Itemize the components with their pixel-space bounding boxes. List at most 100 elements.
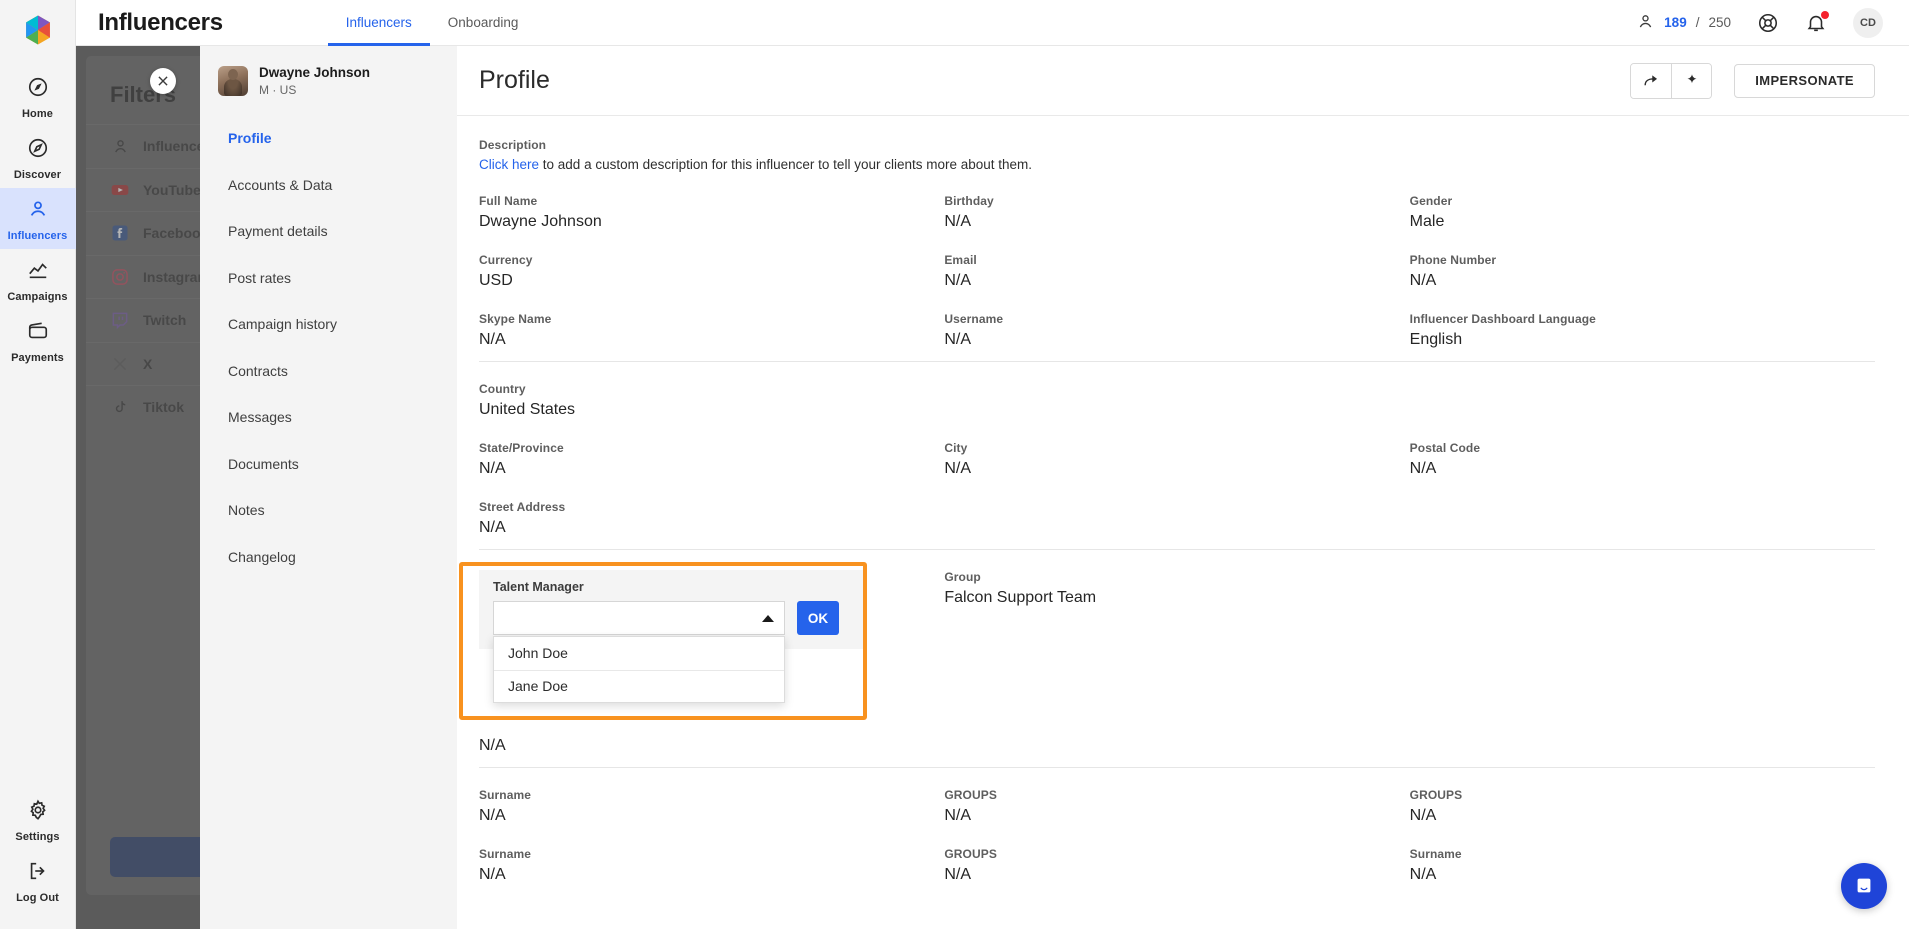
- field-label: Surname: [1409, 847, 1462, 861]
- discover-compass-icon: [27, 137, 49, 164]
- ok-button[interactable]: OK: [797, 601, 839, 635]
- sidebar-item-influencers[interactable]: Influencers: [0, 188, 76, 249]
- field-dashboard-language: Influencer Dashboard Language English: [1410, 312, 1875, 349]
- person-icon: [1636, 12, 1655, 34]
- field-groups-2: GROUPS N/A: [944, 847, 1409, 884]
- close-icon[interactable]: [150, 68, 176, 94]
- lifebuoy-icon[interactable]: [1757, 12, 1779, 34]
- talent-manager-controls: OK: [493, 601, 849, 635]
- sidenav-item-contracts[interactable]: Contracts: [200, 353, 457, 389]
- avatar[interactable]: CD: [1853, 7, 1883, 38]
- influencer-identity: Dwayne Johnson M · US: [259, 64, 370, 98]
- dropdown-option-john-doe[interactable]: John Doe: [494, 637, 784, 670]
- description-click-here-link[interactable]: Click here: [479, 157, 539, 172]
- sidebar-item-settings[interactable]: Settings: [0, 789, 76, 850]
- field-value: N/A: [479, 519, 506, 536]
- campaigns-chart-icon: [27, 259, 49, 286]
- sidebar-item-label: Payments: [11, 352, 64, 364]
- filter-label: X: [143, 355, 153, 372]
- filter-label: Twitch: [143, 312, 187, 329]
- field-label: Gender: [1409, 194, 1453, 208]
- sidenav-item-messages[interactable]: Messages: [200, 399, 457, 435]
- tiktok-icon: [110, 397, 130, 417]
- top-bar-actions: 189 / 250 CD: [1636, 7, 1883, 38]
- influencer-meta: M · US: [259, 83, 297, 98]
- influencer-header: Dwayne Johnson M · US: [200, 62, 457, 98]
- talent-manager-select[interactable]: [493, 601, 785, 635]
- profile-fields-row-7: Surname N/A GROUPS N/A GROUPS N/A: [479, 788, 1875, 825]
- field-label: Username: [944, 312, 1004, 326]
- x-twitter-icon: [110, 354, 130, 374]
- cube-logo-icon[interactable]: [18, 10, 58, 50]
- field-groups-1: GROUPS N/A: [944, 788, 1409, 825]
- sidenav-item-post-rates[interactable]: Post rates: [200, 260, 457, 296]
- field-label: Full Name: [479, 194, 538, 208]
- field-value: Falcon Support Team: [944, 589, 1097, 606]
- profile-fields-row-8: Surname N/A GROUPS N/A Surname N/A: [479, 847, 1875, 884]
- field-label: Influencer Dashboard Language: [1409, 312, 1596, 326]
- payments-wallet-icon: [27, 320, 49, 347]
- sidenav-item-campaign-history[interactable]: Campaign history: [200, 306, 457, 342]
- youtube-icon: [110, 180, 130, 200]
- field-value: English: [1409, 331, 1463, 348]
- field-full-name: Full Name Dwayne Johnson: [479, 194, 944, 231]
- sparkle-icon[interactable]: [1671, 63, 1712, 98]
- left-nav-rail: Home Discover Influencers Campaigns Paym…: [0, 0, 76, 929]
- seats-total: 250: [1708, 15, 1731, 30]
- filter-label: YouTube: [143, 181, 201, 198]
- sidenav-item-notes[interactable]: Notes: [200, 492, 457, 528]
- profile-fields-row-3: Skype Name N/A Username N/A Influencer D…: [479, 312, 1875, 349]
- talent-manager-current-value: N/A: [479, 737, 506, 754]
- field-state-province: State/Province N/A: [479, 441, 944, 478]
- impersonate-button[interactable]: IMPERSONATE: [1734, 63, 1875, 98]
- profile-content: Description Click here to add a custom d…: [457, 116, 1909, 884]
- top-tabs: Influencers Onboarding: [328, 0, 537, 46]
- description-block: Description Click here to add a custom d…: [479, 138, 1875, 172]
- sidenav-item-changelog[interactable]: Changelog: [200, 539, 457, 575]
- avatar: [218, 66, 248, 97]
- tab-onboarding[interactable]: Onboarding: [430, 0, 537, 46]
- field-label: GROUPS: [1409, 788, 1463, 802]
- sidebar-item-logout[interactable]: Log Out: [0, 850, 76, 911]
- tab-influencers[interactable]: Influencers: [328, 0, 430, 46]
- field-label: Phone Number: [1409, 253, 1497, 267]
- sidebar-item-home[interactable]: Home: [0, 66, 76, 127]
- sidebar-item-discover[interactable]: Discover: [0, 127, 76, 188]
- share-arrow-icon[interactable]: [1631, 63, 1672, 98]
- header-icon-group: [1630, 62, 1713, 99]
- sidenav-item-accounts-data[interactable]: Accounts & Data: [200, 167, 457, 203]
- sidebar-item-label: Settings: [15, 831, 60, 843]
- dropdown-option-jane-doe[interactable]: Jane Doe: [494, 669, 784, 703]
- profile-fields-row-2: Currency USD Email N/A Phone Number N/A: [479, 253, 1875, 290]
- profile-header-actions: IMPERSONATE: [1630, 62, 1875, 99]
- sidebar-item-campaigns[interactable]: Campaigns: [0, 249, 76, 310]
- logout-icon: [27, 860, 49, 887]
- twitch-icon: [110, 310, 130, 330]
- field-label: Postal Code: [1409, 441, 1481, 455]
- sidenav-item-profile[interactable]: Profile: [200, 120, 457, 156]
- field-surname-1: Surname N/A: [479, 788, 944, 825]
- sidebar-item-payments[interactable]: Payments: [0, 310, 76, 371]
- caret-up-icon: [762, 614, 774, 622]
- filter-label: Facebook: [143, 225, 209, 242]
- field-value: N/A: [479, 866, 506, 883]
- top-bar: Influencers Influencers Onboarding 189 /…: [76, 0, 1909, 46]
- sidebar-item-label: Home: [22, 108, 53, 120]
- talent-manager-field: Talent Manager OK John Doe Jane Doe N/A: [479, 570, 944, 755]
- seats-used: 189: [1664, 15, 1687, 30]
- influencer-name: Dwayne Johnson: [259, 65, 371, 80]
- seat-counter: 189 / 250: [1636, 12, 1731, 34]
- field-label: GROUPS: [944, 788, 997, 802]
- field-label: Skype Name: [479, 312, 552, 326]
- intercom-chat-icon[interactable]: [1841, 863, 1887, 909]
- sidenav-item-payment-details[interactable]: Payment details: [200, 213, 457, 249]
- field-birthday: Birthday N/A: [944, 194, 1409, 231]
- field-label: City: [944, 441, 968, 455]
- sidenav-item-documents[interactable]: Documents: [200, 446, 457, 482]
- divider: [479, 549, 1875, 550]
- field-label: Surname: [479, 788, 532, 802]
- profile-fields-row-1: Full Name Dwayne Johnson Birthday N/A Ge…: [479, 194, 1875, 231]
- bell-icon[interactable]: [1805, 10, 1829, 34]
- field-email: Email N/A: [944, 253, 1409, 290]
- field-value: N/A: [944, 213, 971, 230]
